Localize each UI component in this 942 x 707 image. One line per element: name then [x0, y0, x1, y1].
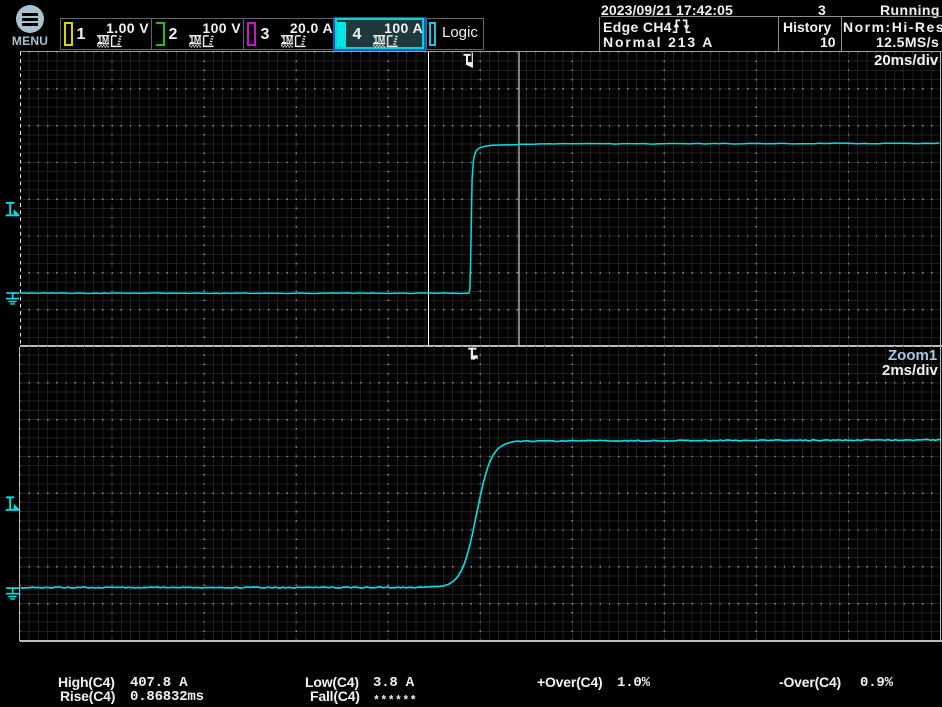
svg-text:1M: 1M: [97, 35, 108, 45]
svg-text:1M: 1M: [373, 35, 384, 45]
svg-text:1M: 1M: [189, 35, 200, 45]
svg-text:1M: 1M: [281, 35, 292, 45]
